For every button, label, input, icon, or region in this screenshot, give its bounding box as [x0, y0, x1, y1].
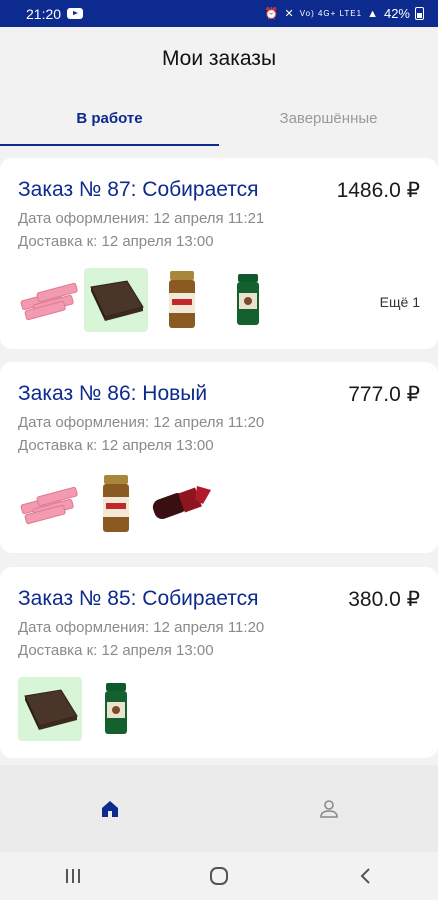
recents-icon — [66, 869, 80, 883]
more-products-link[interactable]: Ещё 1 — [380, 294, 420, 310]
home-icon — [101, 800, 118, 817]
pink-candy-image — [18, 268, 82, 332]
order-title: Заказ № 87: Собирается — [18, 178, 259, 201]
chocolate-bar-image — [84, 268, 148, 332]
order-price: 777.0 ₽ — [348, 383, 420, 406]
order-card[interactable]: Заказ № 87: Собирается 1486.0 ₽ Дата офо… — [0, 158, 438, 349]
signal-icon: ▲ — [367, 7, 379, 20]
order-title: Заказ № 85: Собирается — [18, 587, 259, 610]
mute-icon: ✕ — [284, 8, 295, 20]
lipstick-image — [150, 472, 214, 536]
coffee-jar-gold-image — [84, 472, 148, 536]
order-delivery: Доставка к: 12 апреля 13:00 — [18, 437, 214, 454]
order-delivery: Доставка к: 12 апреля 13:00 — [18, 233, 214, 250]
order-products — [18, 268, 282, 332]
order-price: 380.0 ₽ — [348, 588, 420, 611]
order-date: Дата оформления: 12 апреля 11:20 — [18, 414, 265, 431]
order-date: Дата оформления: 12 апреля 11:21 — [18, 210, 265, 227]
order-list: Заказ № 87: Собирается 1486.0 ₽ Дата офо… — [0, 158, 438, 765]
home-circle-icon — [210, 867, 228, 885]
pink-candy-image — [18, 472, 82, 536]
tab-completed[interactable]: Завершённые — [219, 91, 438, 146]
order-price: 1486.0 ₽ — [336, 179, 420, 202]
tab-in-progress[interactable]: В работе — [0, 91, 219, 146]
page-title: Мои заказы — [161, 47, 277, 70]
system-navigation-bar — [0, 852, 438, 900]
order-card[interactable]: Заказ № 85: Собирается 380.0 ₽ Дата офор… — [0, 567, 438, 758]
battery-percent: 42% — [383, 6, 410, 21]
nav-profile[interactable] — [219, 765, 438, 852]
chocolate-bar-image — [18, 677, 82, 741]
status-bar: 21:20 ⏰ ✕ Vo) 4G+ LTE1 ▲ 42% — [0, 0, 438, 27]
recents-button[interactable] — [53, 856, 93, 896]
back-chevron-icon — [360, 868, 370, 884]
home-button[interactable] — [199, 856, 239, 896]
coffee-jar-green-image — [84, 677, 148, 741]
order-card[interactable]: Заказ № 86: Новый 777.0 ₽ Дата оформлени… — [0, 362, 438, 553]
back-button[interactable] — [345, 856, 385, 896]
order-delivery: Доставка к: 12 апреля 13:00 — [18, 642, 214, 659]
status-time: 21:20 — [26, 5, 62, 22]
order-products — [18, 677, 150, 741]
network-indicator: Vo) 4G+ LTE1 — [299, 9, 363, 18]
app-header: Мои заказы — [0, 27, 438, 91]
coffee-jar-green-image — [216, 268, 280, 332]
coffee-jar-gold-image — [150, 268, 214, 332]
nav-home[interactable] — [0, 765, 219, 852]
youtube-notification-icon — [67, 8, 84, 19]
order-title: Заказ № 86: Новый — [18, 382, 208, 405]
alarm-icon: ⏰ — [264, 8, 280, 20]
battery-icon — [415, 7, 424, 20]
profile-icon — [319, 799, 338, 818]
order-date: Дата оформления: 12 апреля 11:20 — [18, 619, 265, 636]
order-tabs: В работе Завершённые — [0, 91, 438, 146]
bottom-navigation — [0, 765, 438, 852]
order-products — [18, 472, 216, 536]
